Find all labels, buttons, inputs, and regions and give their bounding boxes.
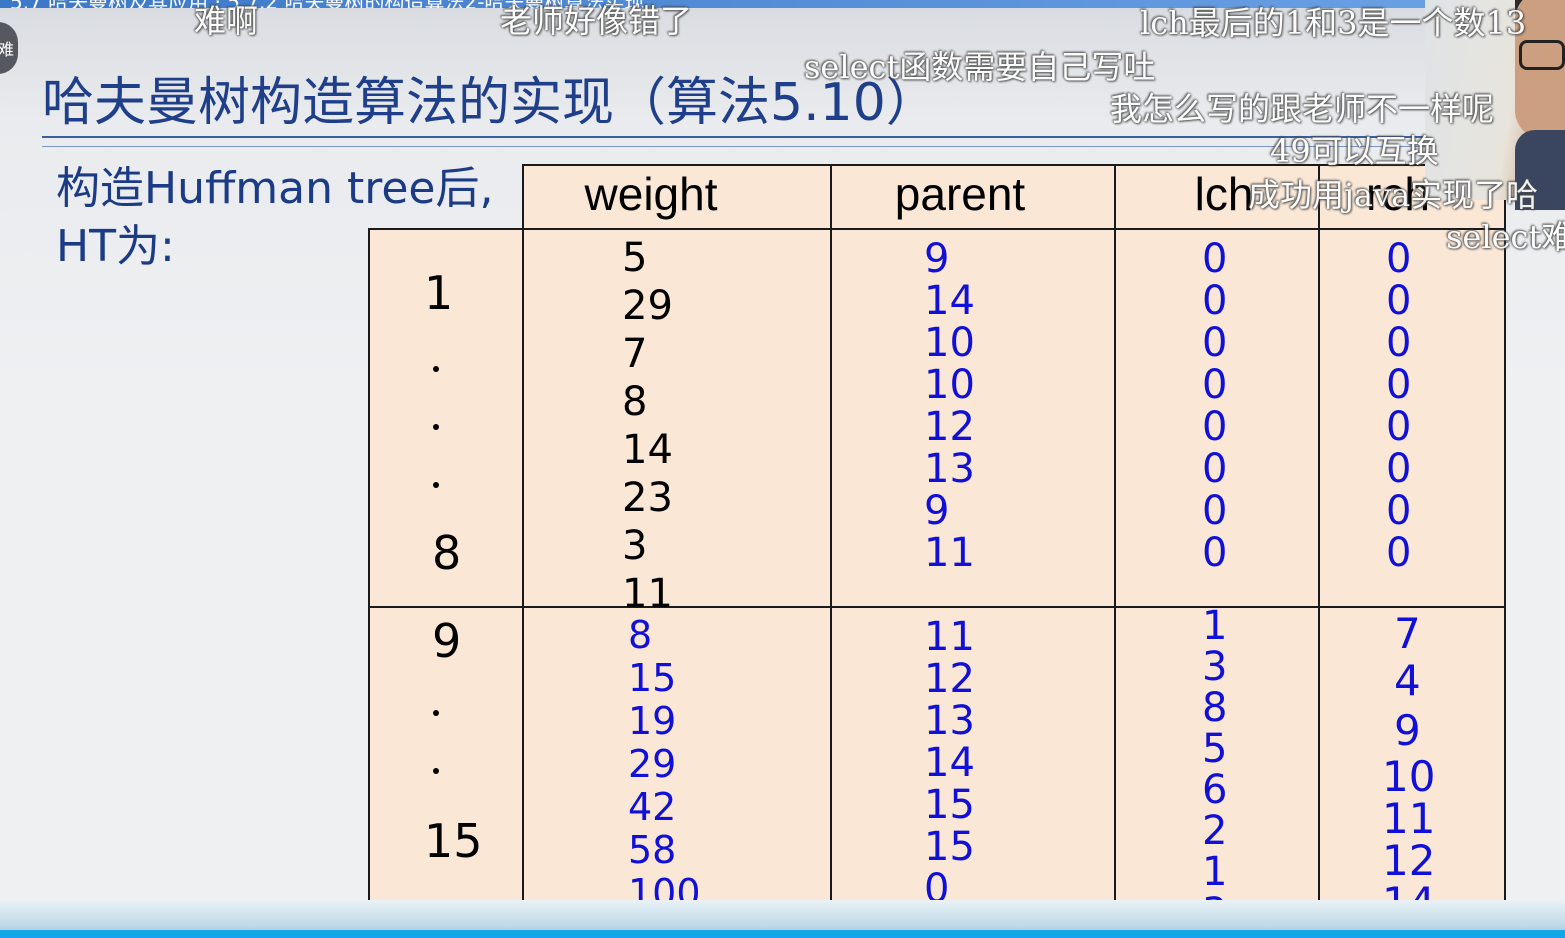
parent-value: 10 bbox=[924, 320, 975, 366]
parent-value: 9 bbox=[924, 236, 950, 282]
weight-value: 58 bbox=[628, 828, 677, 872]
lch-value: 8 bbox=[1202, 685, 1228, 731]
rch-column-bottom: 7 4 9 10 11 12 14 bbox=[1382, 612, 1435, 924]
weight-cell-top bbox=[522, 228, 832, 608]
parent-value: 9 bbox=[924, 488, 950, 534]
rch-value: 0 bbox=[1386, 446, 1412, 492]
danmaku-comment: 难啊 bbox=[194, 2, 259, 40]
parent-value: 11 bbox=[924, 530, 975, 576]
parent-value: 14 bbox=[924, 740, 975, 786]
lch-value: 2 bbox=[1202, 808, 1228, 854]
lch-value: 0 bbox=[1202, 488, 1228, 534]
weight-value: 8 bbox=[628, 613, 653, 657]
rch-value: 7 bbox=[1394, 609, 1421, 658]
weight-column-bottom: 8 15 19 29 42 58 100 bbox=[628, 614, 701, 915]
danmaku-comment: 我怎么写的跟老师不一样呢 bbox=[1110, 90, 1495, 128]
rch-value: 9 bbox=[1394, 706, 1421, 755]
parent-value: 12 bbox=[924, 404, 975, 450]
parent-column-bottom: 11 12 13 14 15 15 0 bbox=[924, 616, 975, 910]
parent-value: 13 bbox=[924, 446, 975, 492]
header-parent: parent bbox=[894, 168, 1026, 220]
lch-value: 0 bbox=[1202, 236, 1228, 282]
lch-value: 3 bbox=[1202, 644, 1228, 690]
intro-line-1: 构造Huffman tree后, bbox=[56, 163, 494, 214]
danmaku-comment: select函数需要自己写吐 bbox=[804, 48, 1156, 86]
rch-value: 11 bbox=[1382, 794, 1436, 843]
danmaku-comment: select难 bbox=[1446, 218, 1565, 256]
weight-value: 29 bbox=[628, 742, 677, 786]
parent-value: 15 bbox=[924, 824, 975, 870]
weight-value: 7 bbox=[622, 331, 648, 377]
weight-column-top: 5 29 7 8 14 23 3 11 bbox=[622, 234, 673, 618]
ellipsis-dot bbox=[433, 482, 439, 488]
lch-value: 0 bbox=[1202, 404, 1228, 450]
ellipsis-dot bbox=[433, 768, 439, 774]
lch-value: 6 bbox=[1202, 767, 1228, 813]
header-weight: weight bbox=[584, 168, 718, 220]
ellipsis-dot bbox=[433, 710, 439, 716]
rch-value: 0 bbox=[1386, 320, 1412, 366]
user-avatar[interactable]: 难 bbox=[0, 22, 18, 74]
danmaku-comment: 49可以互换 bbox=[1270, 132, 1439, 170]
lch-value: 0 bbox=[1202, 362, 1228, 408]
index-label-15: 15 bbox=[424, 814, 483, 868]
parent-column-top: 9 14 10 10 12 13 9 11 bbox=[924, 238, 975, 574]
weight-value: 11 bbox=[622, 571, 673, 617]
rch-cell-top bbox=[1318, 228, 1506, 608]
lch-value: 1 bbox=[1202, 603, 1228, 649]
weight-value: 14 bbox=[622, 427, 673, 473]
rch-value: 12 bbox=[1382, 836, 1436, 885]
weight-value: 3 bbox=[622, 523, 648, 569]
danmaku-comment: lch最后的1和3是一个数13 bbox=[1140, 4, 1527, 42]
index-label-9: 9 bbox=[432, 614, 462, 668]
ellipsis-dot bbox=[433, 424, 439, 430]
lch-value: 5 bbox=[1202, 726, 1228, 772]
weight-value: 29 bbox=[622, 283, 673, 329]
rch-value: 0 bbox=[1386, 404, 1412, 450]
rch-value: 0 bbox=[1386, 236, 1412, 282]
index-label-1: 1 bbox=[424, 266, 454, 320]
rch-value: 0 bbox=[1386, 530, 1412, 576]
lch-column-top: 0 0 0 0 0 0 0 0 bbox=[1202, 238, 1227, 574]
weight-value: 15 bbox=[628, 656, 677, 700]
weight-value: 42 bbox=[628, 785, 677, 829]
parent-value: 10 bbox=[924, 362, 975, 408]
parent-value: 12 bbox=[924, 656, 975, 702]
weight-value: 19 bbox=[628, 699, 677, 743]
rch-value: 4 bbox=[1394, 656, 1421, 705]
glasses-icon bbox=[1519, 40, 1565, 70]
parent-value: 15 bbox=[924, 782, 975, 828]
danmaku-comment: 成功用java实现了哈 bbox=[1248, 176, 1539, 214]
rch-value: 0 bbox=[1386, 278, 1412, 324]
index-label-8: 8 bbox=[432, 526, 462, 580]
progress-bar[interactable] bbox=[0, 930, 1565, 938]
parent-value: 13 bbox=[924, 698, 975, 744]
danmaku-comment: 老师好像错了 bbox=[500, 2, 693, 40]
lch-value: 0 bbox=[1202, 320, 1228, 366]
weight-value: 5 bbox=[622, 235, 648, 281]
parent-value: 14 bbox=[924, 278, 975, 324]
rch-value: 0 bbox=[1386, 362, 1412, 408]
lch-value: 0 bbox=[1202, 446, 1228, 492]
rch-column-top: 0 0 0 0 0 0 0 0 bbox=[1386, 238, 1411, 574]
lch-column-bottom: 1 3 8 5 6 2 1 3 bbox=[1202, 606, 1227, 934]
ellipsis-dot bbox=[433, 366, 439, 372]
rch-value: 0 bbox=[1386, 488, 1412, 534]
lch-value: 1 bbox=[1202, 849, 1228, 895]
rch-value: 10 bbox=[1382, 752, 1436, 801]
lch-value: 0 bbox=[1202, 530, 1228, 576]
weight-value: 8 bbox=[622, 379, 648, 425]
parent-value: 11 bbox=[924, 614, 975, 660]
weight-value: 23 bbox=[622, 475, 673, 521]
lch-value: 0 bbox=[1202, 278, 1228, 324]
